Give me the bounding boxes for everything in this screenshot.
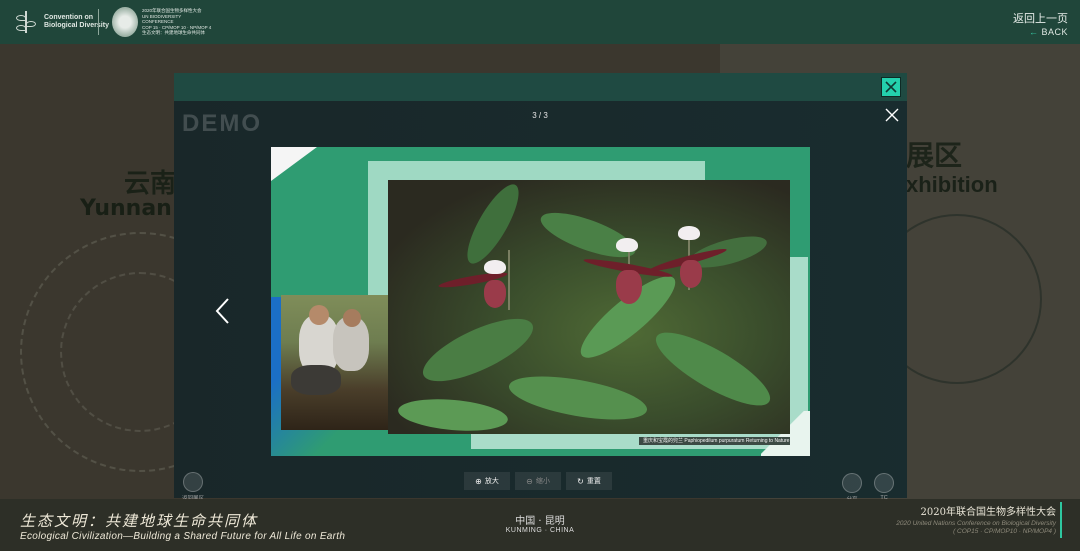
- footer-conference: 2020年联合国生物多样性大会 2020 United Nations Conf…: [896, 503, 1056, 535]
- zoom-out-button[interactable]: ⊖ 缩小: [515, 472, 561, 490]
- back-button[interactable]: 返回上一页 ← BACK: [1013, 10, 1068, 37]
- researchers-photo: [281, 295, 388, 430]
- footer-conference-sub: ( COP15 · CP/MOP10 · NP/MOP4 ): [953, 528, 1056, 535]
- leaf-logo-icon: [14, 9, 38, 35]
- top-header: Convention on Biological Diversity 2020年…: [0, 0, 1080, 44]
- photo-caption: 重庆和宝霞的兜兰 Paphiopedilum purpuratum Return…: [639, 437, 790, 445]
- zoom-in-icon: ⊕: [475, 476, 482, 486]
- footer-conference-cn: 2020年联合国生物多样性大会: [920, 507, 1056, 518]
- cop15-logo[interactable]: 2020年联合国生物多样性大会 UN BIODIVERSITY CONFEREN…: [112, 7, 212, 37]
- zoom-in-button[interactable]: ⊕ 放大: [464, 472, 510, 490]
- demo-watermark: DEMO: [182, 110, 262, 137]
- header-divider: [98, 9, 99, 35]
- viewer-close-icon[interactable]: [885, 108, 899, 122]
- footer-conference-en: 2020 United Nations Conference on Biolog…: [896, 520, 1056, 527]
- cbd-logo[interactable]: Convention on Biological Diversity: [14, 9, 109, 35]
- reset-label: 重置: [586, 478, 601, 485]
- orchid-photo: [388, 180, 790, 434]
- home-icon[interactable]: [183, 472, 203, 492]
- modal-titlebar: [174, 73, 907, 101]
- reset-button[interactable]: ↻ 重置: [566, 472, 612, 490]
- zoom-in-label: 放大: [484, 478, 499, 485]
- arrow-left-icon: ←: [1028, 27, 1039, 37]
- tc-icon[interactable]: [874, 473, 894, 493]
- share-icon[interactable]: [842, 473, 862, 493]
- reset-icon: ↻: [577, 476, 584, 486]
- zoom-out-icon: ⊖: [526, 476, 533, 486]
- viewer-toolbar: ⊕ 放大 ⊖ 缩小 ↻ 重置: [464, 472, 612, 490]
- close-icon: [885, 81, 897, 93]
- back-label-en: ← BACK: [1028, 27, 1068, 37]
- modal-close-button[interactable]: [881, 77, 901, 97]
- zoom-out-label: 缩小: [535, 478, 550, 485]
- panel-corner-accent: [271, 147, 317, 181]
- footer-accent-bar: [1060, 502, 1062, 538]
- cop15-logo-text: 2020年联合国生物多样性大会 UN BIODIVERSITY CONFEREN…: [142, 8, 212, 36]
- cbd-logo-text: Convention on Biological Diversity: [44, 14, 109, 29]
- back-label-cn: 返回上一页: [1013, 12, 1068, 25]
- cop15-seal-icon: [112, 7, 138, 37]
- image-counter: 3 / 3: [532, 111, 548, 120]
- previous-image-button[interactable]: [212, 297, 234, 325]
